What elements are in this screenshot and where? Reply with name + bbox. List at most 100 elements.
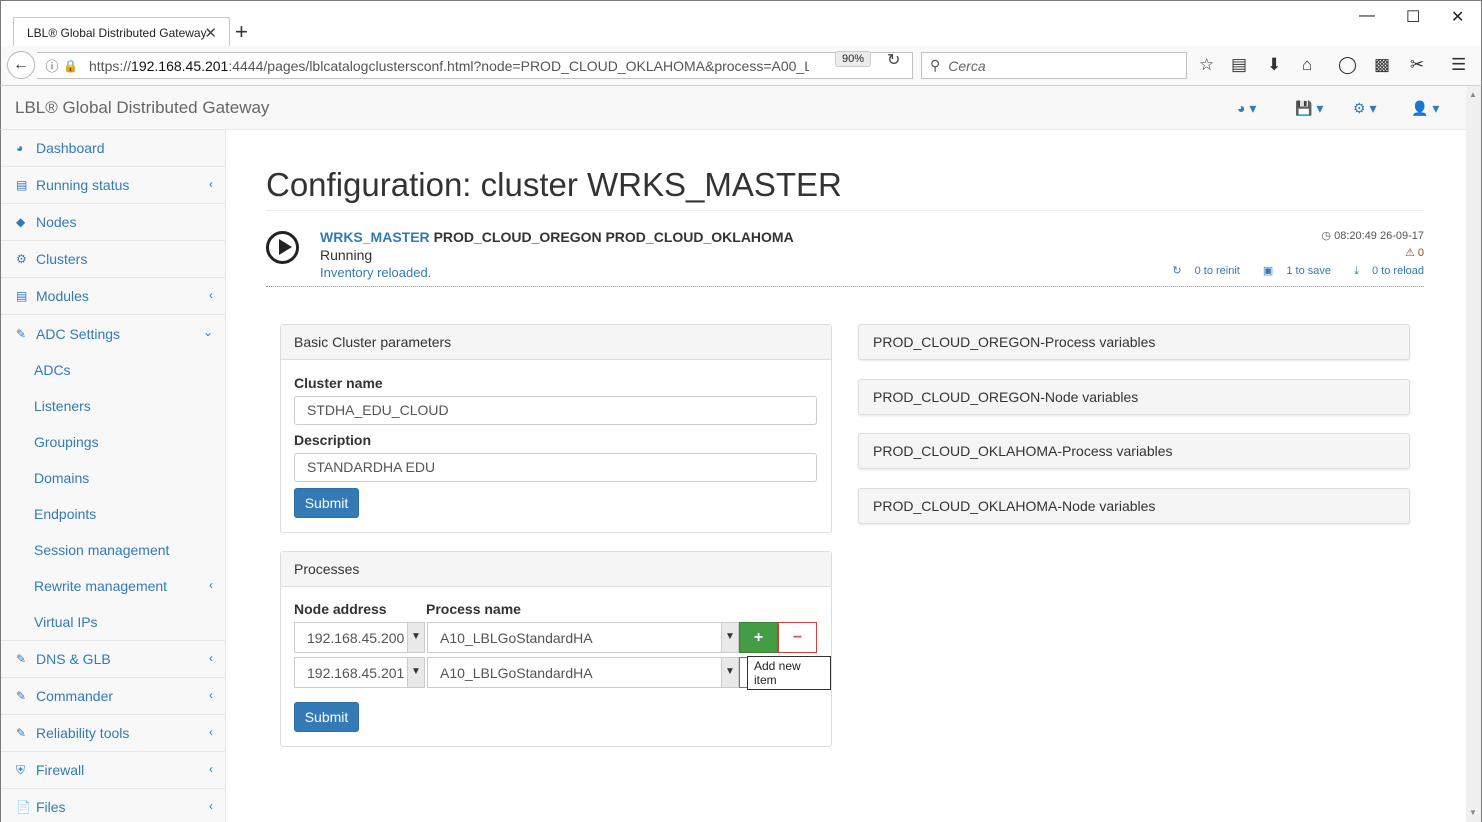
sidebar-item-nodes[interactable]: ◆ Nodes — [1, 204, 225, 241]
node-address-select[interactable]: 192.168.45.200 ▼ — [294, 622, 425, 653]
chevron-down-icon: ⌄ — [202, 325, 213, 339]
lock-warning-icon[interactable]: 🔒 — [63, 59, 79, 73]
description-input[interactable]: STANDARDHA EDU — [294, 453, 817, 482]
oklahoma-node-variables-panel[interactable]: PROD_CLOUD_OKLAHOMA-Node variables — [858, 488, 1410, 524]
new-tab-button[interactable]: + — [235, 19, 248, 45]
dashboard-menu-icon[interactable]: ◕ ▾ — [1237, 100, 1256, 117]
edit-icon: ✎ — [16, 652, 27, 666]
user-menu-icon[interactable]: 👤 ▾ — [1411, 100, 1439, 117]
master-node-link[interactable]: WRKS_MASTER — [320, 229, 430, 245]
chevron-down-icon[interactable]: ▼ — [407, 623, 424, 652]
page-scrollbar[interactable]: ▲ ▼ — [1466, 86, 1482, 822]
warning-icon: ⚠ — [1404, 247, 1415, 259]
sidebar-item-modules[interactable]: ▤ Modules ‹ — [1, 278, 225, 315]
home-icon[interactable]: ⌂ — [1302, 55, 1312, 75]
process-name-select[interactable]: A10_LBLGoStandardHA ▼ — [427, 622, 739, 653]
sidebar-item-clusters[interactable]: ⚙ Clusters — [1, 241, 225, 278]
basic-submit-button[interactable]: Submit — [294, 488, 359, 518]
chevron-left-icon: ‹ — [209, 799, 213, 813]
minimize-icon[interactable]: — — [1359, 7, 1375, 25]
app-brand[interactable]: LBL® Global Distributed Gateway — [15, 98, 269, 118]
download-icon[interactable]: ⬇ — [1267, 55, 1281, 75]
bar-chart-icon: ▤ — [16, 178, 28, 192]
sidebar-item-dashboard[interactable]: ◕ Dashboard — [1, 130, 225, 167]
reload-count[interactable]: ⤓ 0 to reload — [1344, 265, 1424, 277]
processes-panel: Processes Node address Process name 192.… — [280, 551, 832, 747]
shield-icon: ⛨ — [16, 762, 26, 777]
sidebar-subitem-virtual-ips[interactable]: Virtual IPs — [1, 604, 225, 640]
extension-icon[interactable]: ▩ — [1374, 55, 1390, 75]
bookmark-star-icon[interactable]: ☆ — [1199, 55, 1214, 75]
description-label: Description — [294, 432, 372, 448]
sidebar-subitem-domains[interactable]: Domains — [1, 460, 225, 496]
info-icon[interactable]: ⓘ — [41, 56, 63, 75]
file-icon: 📄 — [16, 800, 31, 814]
sidebar-subitem-session-management[interactable]: Session management — [1, 532, 225, 568]
download-icon: ⤓ — [1354, 265, 1359, 277]
sidebar-item-reliability-tools[interactable]: ✎ Reliability tools ‹ — [1, 715, 225, 752]
sidebar-subitem-rewrite-management[interactable]: Rewrite management ‹ — [1, 568, 225, 604]
process-name-select[interactable]: A10_LBLGoStandardHA ▼ — [427, 657, 739, 688]
tab-close-icon[interactable]: ✕ — [204, 24, 217, 42]
warning-count[interactable]: ⚠ 0 — [1405, 246, 1424, 259]
sidebar-item-dns-glb[interactable]: ✎ DNS & GLB ‹ — [1, 641, 225, 678]
save-count[interactable]: ▣ 1 to save — [1253, 265, 1331, 277]
edit-icon: ✎ — [16, 726, 27, 740]
sidebar-subitem-listeners[interactable]: Listeners — [1, 388, 225, 424]
oregon-process-variables-panel[interactable]: PROD_CLOUD_OREGON-Process variables — [858, 324, 1410, 360]
reload-icon[interactable]: ↻ — [887, 50, 900, 70]
remove-item-button[interactable]: − — [778, 622, 817, 653]
tab-title: LBL® Global Distributed Gateway — [27, 25, 207, 40]
chevron-down-icon[interactable]: ▼ — [407, 658, 424, 687]
add-item-button[interactable]: + — [739, 622, 778, 653]
chevron-left-icon: ‹ — [209, 578, 213, 592]
oregon-node-variables-panel[interactable]: PROD_CLOUD_OREGON-Node variables — [858, 379, 1410, 415]
cluster-name-input[interactable]: STDHA_EDU_CLOUD — [294, 396, 817, 425]
browser-tab[interactable]: LBL® Global Distributed Gateway ✕ — [13, 17, 230, 47]
play-icon[interactable] — [266, 231, 299, 264]
hamburger-menu-icon[interactable]: ☰ — [1451, 55, 1466, 75]
sidebar-subitem-groupings[interactable]: Groupings — [1, 424, 225, 460]
sidebar-item-commander[interactable]: ✎ Commander ‹ — [1, 678, 225, 715]
node-address-label: Node address — [294, 601, 387, 617]
node-address-select[interactable]: 192.168.45.201 ▼ — [294, 657, 425, 688]
address-bar[interactable]: ⓘ 🔒 https://192.168.45.201:4444/pages/lb… — [37, 52, 913, 79]
edit-icon: ✎ — [16, 326, 27, 341]
cube-icon: ◆ — [16, 215, 26, 229]
page-title: Configuration: cluster WRKS_MASTER — [266, 166, 842, 203]
panel-heading: Processes — [281, 552, 831, 587]
chevron-down-icon[interactable]: ▼ — [721, 658, 738, 687]
sidebar-item-firewall[interactable]: ⛨ Firewall ‹ — [1, 752, 225, 789]
url-text[interactable]: https://192.168.45.201:4444/pages/lblcat… — [89, 58, 809, 74]
pocket-icon[interactable]: ◯ — [1338, 55, 1357, 75]
screenshot-icon[interactable]: ✂ — [1410, 55, 1424, 75]
zoom-indicator[interactable]: 90% — [835, 51, 872, 67]
edit-icon: ✎ — [16, 689, 27, 703]
sidebar-item-adc-settings[interactable]: ✎ ADC Settings ⌄ — [1, 315, 225, 352]
back-arrow-icon[interactable]: ← — [7, 51, 35, 79]
sidebar-item-files[interactable]: 📄 Files ‹ — [1, 789, 225, 822]
scroll-down-icon[interactable]: ▼ — [1469, 808, 1477, 817]
browser-nav-bar: ← ⓘ 🔒 https://192.168.45.201:4444/pages/… — [0, 46, 1482, 86]
settings-menu-icon[interactable]: ⚙ ▾ — [1353, 100, 1376, 117]
sidebar-subitem-adcs[interactable]: ADCs — [1, 352, 225, 388]
app-header: LBL® Global Distributed Gateway ◕ ▾ 💾 ▾ … — [0, 86, 1466, 130]
panel-heading: Basic Cluster parameters — [281, 325, 831, 360]
save-menu-icon[interactable]: 💾 ▾ — [1295, 100, 1323, 117]
oklahoma-process-variables-panel[interactable]: PROD_CLOUD_OKLAHOMA-Process variables — [858, 433, 1410, 469]
window-close-icon[interactable]: ✕ — [1451, 7, 1464, 27]
adc-settings-group: ✎ ADC Settings ⌄ ADCs Listeners Groupings … — [1, 315, 225, 641]
status-timestamp: ◷ 08:20:49 26-09-17 — [1321, 230, 1424, 242]
sidebar-subitem-endpoints[interactable]: Endpoints — [1, 496, 225, 532]
pending-counts: ↻ 0 to reinit ▣ 1 to save ⤓ 0 to reload — [1152, 264, 1424, 278]
refresh-icon: ↻ — [1172, 265, 1182, 277]
maximize-icon[interactable]: ☐ — [1406, 7, 1420, 27]
sidebar-item-running-status[interactable]: ▤ Running status ‹ — [1, 167, 225, 204]
reinit-count[interactable]: ↻ 0 to reinit — [1162, 265, 1240, 277]
chevron-down-icon[interactable]: ▼ — [721, 623, 738, 652]
processes-submit-button[interactable]: Submit — [294, 702, 359, 732]
save-icon: ▣ — [1262, 265, 1274, 277]
scroll-up-icon[interactable]: ▲ — [1469, 90, 1477, 99]
browser-search-input[interactable]: ⚲ Cerca — [921, 52, 1187, 79]
reading-list-icon[interactable]: ▤ — [1231, 55, 1247, 75]
